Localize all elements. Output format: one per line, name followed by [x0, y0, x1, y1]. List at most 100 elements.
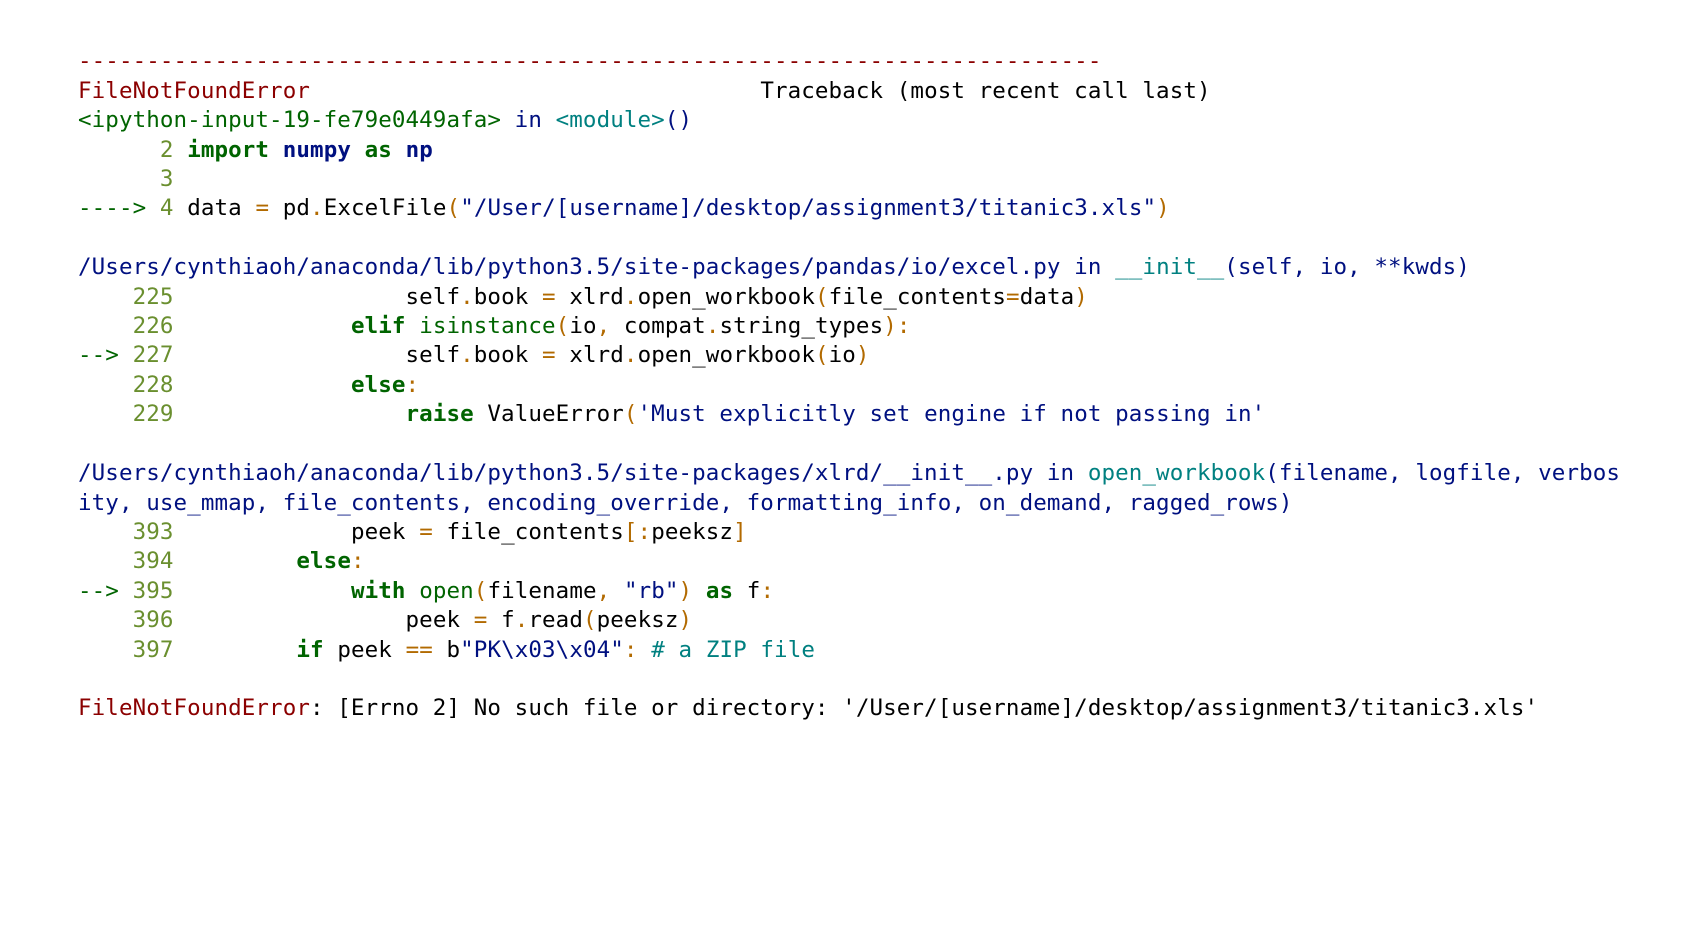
colon: : — [624, 637, 638, 663]
arg: filename — [487, 578, 596, 604]
indent — [174, 578, 351, 604]
line-marker-arrow: ----> — [78, 195, 160, 221]
line-marker-arrow: --> — [78, 578, 133, 604]
lparen: ( — [474, 578, 488, 604]
arg: peeksz — [597, 607, 679, 633]
sp — [638, 637, 652, 663]
rparen: ) — [1156, 195, 1170, 221]
string-literal: 'Must explicitly set engine if not passi… — [638, 401, 1266, 427]
fn-name: open_workbook — [638, 284, 815, 310]
mod-numpy: numpy — [283, 137, 351, 163]
final-error-msg: : [Errno 2] No such file or directory: '… — [310, 695, 1538, 721]
op-eq-eq: == — [406, 637, 433, 663]
arg: data — [1020, 284, 1075, 310]
line-no: 229 — [133, 401, 174, 427]
indent — [174, 637, 297, 663]
rest: file_contents — [433, 519, 624, 545]
arg: io — [569, 313, 596, 339]
ipython-input-loc: <ipython-input-19-fe79e0449afa> — [78, 107, 501, 133]
dot: . — [460, 284, 474, 310]
line-marker — [78, 548, 133, 574]
comma: , — [597, 313, 611, 339]
op-eq: = — [474, 607, 488, 633]
code-pre: data — [174, 195, 256, 221]
line-marker — [78, 166, 160, 192]
frame1-parens: () — [665, 107, 692, 133]
op-eq: = — [542, 342, 556, 368]
sp — [610, 578, 624, 604]
colon: : — [760, 578, 774, 604]
final-error-name: FileNotFoundError — [78, 695, 310, 721]
sp — [406, 313, 420, 339]
fn-name: ExcelFile — [324, 195, 447, 221]
alias-np: np — [406, 137, 433, 163]
line-no: 397 — [133, 637, 174, 663]
line-marker — [78, 401, 133, 427]
lparen: ( — [447, 195, 461, 221]
line-marker — [78, 313, 133, 339]
indent — [174, 548, 297, 574]
indent — [174, 313, 351, 339]
line-marker — [78, 372, 133, 398]
kw-else: else — [351, 372, 406, 398]
fn-name: open_workbook — [638, 342, 815, 368]
kw-as: as — [706, 578, 733, 604]
line-no: 227 — [133, 342, 174, 368]
dot: . — [515, 607, 529, 633]
colon: : — [351, 548, 365, 574]
line-marker — [78, 284, 133, 310]
dot: . — [310, 195, 324, 221]
idx: peeksz — [651, 519, 733, 545]
comma: , — [597, 578, 611, 604]
var-f: f — [733, 578, 760, 604]
sp — [692, 578, 706, 604]
lparen: ( — [583, 607, 597, 633]
frame3-func: open_workbook — [1088, 460, 1265, 486]
kw-import: import — [187, 137, 269, 163]
line-no: 225 — [133, 284, 174, 310]
line-no: 228 — [133, 372, 174, 398]
indent — [174, 372, 351, 398]
frame2-path: /Users/cynthiaoh/anaconda/lib/python3.5/… — [78, 254, 1061, 280]
indent: self — [174, 342, 461, 368]
kw-elif: elif — [351, 313, 406, 339]
kw-with: with — [351, 578, 406, 604]
rparen: ) — [1074, 284, 1088, 310]
indent — [174, 401, 406, 427]
kwarg: file_contents — [829, 284, 1006, 310]
line-no: 394 — [133, 548, 174, 574]
colon: : — [638, 519, 652, 545]
line-no: 226 — [133, 313, 174, 339]
sp: b — [433, 637, 460, 663]
line-no: 393 — [133, 519, 174, 545]
string-literal: "/User/[username]/desktop/assignment3/ti… — [460, 195, 1156, 221]
traceback-output: ----------------------------------------… — [0, 0, 1706, 742]
line-marker-arrow: --> — [78, 342, 133, 368]
attr: book — [474, 342, 542, 368]
traceback-header-right: Traceback (most recent call last) — [760, 78, 1210, 104]
rest: xlrd — [556, 284, 624, 310]
line-no: 4 — [160, 195, 174, 221]
rparen: ) — [883, 313, 897, 339]
rparen: ) — [679, 578, 693, 604]
kw-raise: raise — [406, 401, 474, 427]
frame2-sig: (self, io, **kwds) — [1224, 254, 1470, 280]
frame2-func: __init__ — [1115, 254, 1224, 280]
exc-name: ValueError — [474, 401, 624, 427]
op-eq: = — [542, 284, 556, 310]
string-literal: "PK\x03\x04" — [460, 637, 624, 663]
lbracket: [ — [624, 519, 638, 545]
op-eq: = — [255, 195, 269, 221]
lparen: ( — [624, 401, 638, 427]
sp — [351, 137, 365, 163]
dot: . — [624, 342, 638, 368]
sp — [174, 137, 188, 163]
fn-open: open — [419, 578, 474, 604]
op-eq: = — [1006, 284, 1020, 310]
rparen: ) — [679, 607, 693, 633]
attr: compat — [610, 313, 706, 339]
frame3-path: /Users/cynthiaoh/anaconda/lib/python3.5/… — [78, 460, 1033, 486]
arg: io — [829, 342, 856, 368]
blank-rest — [174, 166, 188, 192]
lparen: ( — [815, 342, 829, 368]
